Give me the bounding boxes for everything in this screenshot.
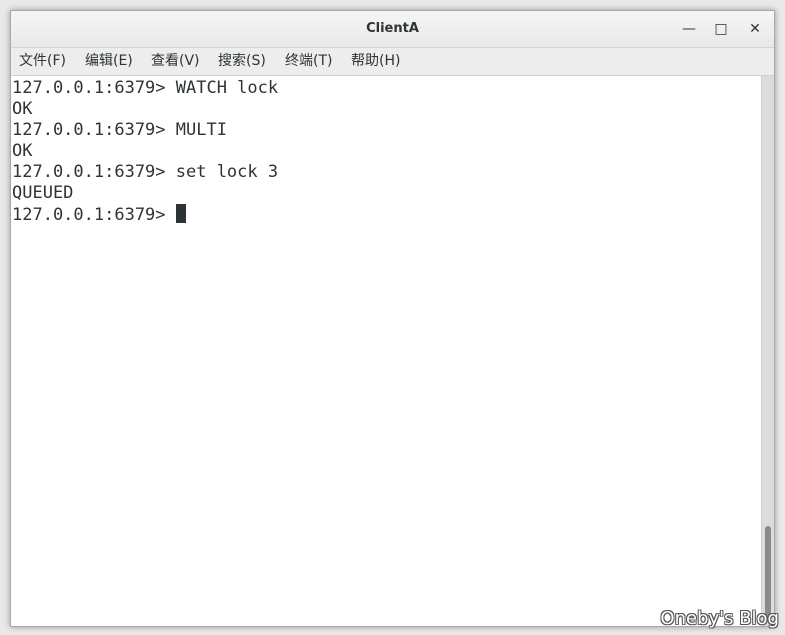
watermark-text: Oneby's Blog [660,608,779,629]
minimize-icon[interactable]: — [680,20,698,38]
menu-file[interactable]: 文件(F) [19,48,66,75]
terminal-line: 127.0.0.1:6379> set lock 3 [12,162,279,182]
menu-help[interactable]: 帮助(H) [351,48,400,75]
menu-edit[interactable]: 编辑(E) [85,48,133,75]
menu-view[interactable]: 查看(V) [151,48,200,75]
title-bar[interactable]: ClientA — □ ✕ [11,11,774,48]
terminal-line: QUEUED [12,183,74,203]
vertical-scrollbar[interactable] [761,76,774,626]
terminal-output[interactable]: 127.0.0.1:6379> WATCH lock OK 127.0.0.1:… [11,76,761,626]
menu-bar: 文件(F) 编辑(E) 查看(V) 搜索(S) 终端(T) 帮助(H) [11,48,774,76]
terminal-prompt-line[interactable]: 127.0.0.1:6379> [12,204,761,225]
window-title: ClientA [366,21,419,36]
menu-terminal[interactable]: 终端(T) [285,48,332,75]
terminal-line: OK [12,99,33,119]
maximize-icon[interactable]: □ [712,20,730,38]
close-icon[interactable]: ✕ [746,20,764,38]
terminal-line: 127.0.0.1:6379> MULTI [12,120,227,140]
terminal-cursor [175,204,186,223]
terminal-line: OK [12,141,33,161]
menu-search[interactable]: 搜索(S) [218,48,266,75]
terminal-window: ClientA — □ ✕ 文件(F) 编辑(E) 查看(V) 搜索(S) 终端… [10,10,775,627]
terminal-line: 127.0.0.1:6379> WATCH lock [12,78,279,98]
terminal-prompt: 127.0.0.1:6379> [12,205,176,225]
